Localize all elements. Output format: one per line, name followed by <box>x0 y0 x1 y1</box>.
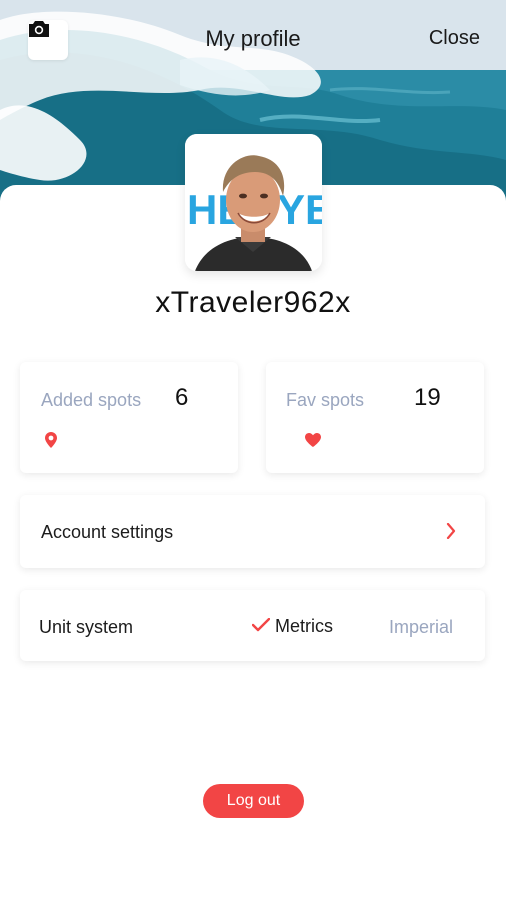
check-icon <box>252 618 270 632</box>
avatar[interactable]: HE YE <box>185 134 322 271</box>
map-pin-icon <box>45 432 57 448</box>
fav-spots-count: 19 <box>414 384 441 411</box>
metrics-option[interactable]: Metrics <box>250 612 350 640</box>
svg-text:YE: YE <box>277 186 322 233</box>
unit-system-row: Unit system Metrics Imperial <box>20 590 485 661</box>
chevron-right-icon <box>446 523 456 539</box>
heart-icon <box>305 433 321 447</box>
added-spots-count: 6 <box>175 384 189 411</box>
logout-button[interactable]: Log out <box>203 784 304 818</box>
username: xTraveler962x <box>155 286 351 319</box>
added-spots-card[interactable]: Added spots 6 <box>20 362 238 473</box>
profile-photo: HE YE <box>185 134 322 271</box>
close-button[interactable]: Close <box>429 27 480 50</box>
metrics-label: Metrics <box>275 616 333 636</box>
unit-system-label: Unit system <box>39 617 134 637</box>
account-settings-label: Account settings <box>41 522 174 542</box>
added-spots-label: Added spots <box>41 390 142 410</box>
fav-spots-card[interactable]: Fav spots 19 <box>266 362 484 473</box>
account-settings-row[interactable]: Account settings <box>20 495 485 568</box>
fav-spots-label: Fav spots <box>286 390 365 410</box>
imperial-option[interactable]: Imperial <box>389 617 453 638</box>
